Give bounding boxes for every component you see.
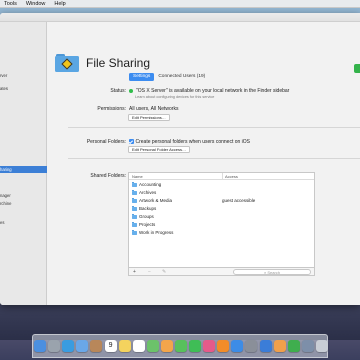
page-title: File Sharing	[86, 56, 151, 70]
folder-icon	[132, 182, 137, 187]
table-controls: + − ✎ ⌕ Search	[128, 268, 315, 276]
permissions-value: All users, All Networks	[129, 106, 179, 112]
add-folder-button[interactable]: +	[133, 268, 136, 276]
menu-tools[interactable]: Tools	[4, 1, 17, 7]
status-indicator-icon	[129, 88, 133, 93]
launchpad-icon[interactable]	[48, 340, 61, 352]
status-text: "OS X Server" is available on your local…	[129, 88, 289, 94]
title-bar[interactable]	[0, 13, 360, 22]
tab-settings[interactable]: Settings	[129, 73, 155, 81]
messages-icon[interactable]	[175, 340, 187, 352]
folder-icon	[132, 190, 137, 195]
appstore-icon[interactable]	[231, 340, 244, 352]
notes-icon[interactable]	[118, 340, 131, 352]
edit-personal-folder-access-button[interactable]: Edit Personal Folder Access…	[128, 146, 191, 153]
folder-icon	[132, 214, 137, 219]
tab-connected-users[interactable]: Connected Users (19)	[154, 73, 209, 81]
table-row[interactable]: Archives	[129, 189, 314, 197]
menu-help[interactable]: Help	[54, 1, 65, 7]
table-row[interactable]: Artwork & Media guest accessible	[129, 197, 314, 205]
folder-access: guest accessible	[222, 198, 256, 203]
pages-icon[interactable]	[273, 340, 286, 352]
sidebar-item-time-machine[interactable]: rchine	[0, 200, 47, 207]
file-sharing-icon	[55, 54, 79, 72]
folder-name: Accounting	[139, 182, 162, 187]
table-row[interactable]: Projects	[129, 221, 314, 229]
sidebar-item-profile-manager[interactable]: nager	[0, 192, 47, 199]
dock: 9	[32, 334, 328, 358]
facetime-icon[interactable]	[189, 340, 202, 352]
system-preferences-icon[interactable]	[245, 340, 258, 352]
status-label: Status:	[110, 88, 126, 94]
permissions-label: Permissions:	[97, 106, 126, 112]
column-header-access[interactable]: Access	[222, 173, 238, 180]
remove-folder-button[interactable]: −	[148, 268, 151, 276]
search-input[interactable]: ⌕ Search	[233, 269, 311, 275]
personal-folders-option: Create personal folders when users conne…	[129, 139, 250, 145]
personal-folders-checkbox-label[interactable]: Create personal folders when users conne…	[136, 139, 251, 145]
shared-folders-table: Name Access Accounting Archives Artwork …	[128, 172, 315, 268]
sidebar-item-certificates[interactable]: ates	[0, 85, 47, 92]
status-help-link[interactable]: Learn about configuring devices for this…	[135, 95, 214, 99]
server-icon[interactable]	[301, 340, 314, 352]
maps-icon[interactable]	[146, 340, 159, 352]
table-row[interactable]: Accounting	[129, 181, 314, 189]
menu-bar: Tools Window Help	[0, 0, 360, 8]
sidebar-item-websites[interactable]: es	[0, 219, 47, 226]
folder-name: Groups	[139, 214, 154, 219]
contacts-icon[interactable]	[90, 340, 103, 352]
service-on-toggle[interactable]	[354, 64, 360, 73]
ibooks-icon[interactable]	[217, 340, 230, 352]
server-window: rver ates haring nager rchine es File Sh…	[0, 13, 360, 305]
keynote-icon[interactable]	[259, 340, 272, 352]
folder-icon	[132, 206, 137, 211]
folder-icon	[132, 222, 137, 227]
sidebar-item-file-sharing[interactable]: haring	[0, 166, 47, 173]
status-message: "OS X Server" is available on your local…	[136, 88, 290, 94]
reminders-icon[interactable]	[132, 340, 145, 352]
personal-folders-label: Personal Folders:	[86, 139, 126, 145]
table-row[interactable]: Backups	[129, 205, 314, 213]
menu-window[interactable]: Window	[26, 1, 46, 7]
sidebar: rver ates haring nager rchine es	[0, 22, 47, 305]
folder-icon	[132, 230, 137, 235]
personal-folders-checkbox[interactable]	[129, 139, 134, 144]
folder-name: Work in Progress	[139, 230, 174, 235]
itunes-icon[interactable]	[203, 340, 216, 352]
section-divider	[68, 127, 360, 128]
folder-name: Backups	[139, 206, 157, 211]
column-header-name[interactable]: Name	[132, 173, 143, 180]
mail-icon[interactable]	[76, 340, 89, 352]
edit-permissions-button[interactable]: Edit Permissions…	[128, 114, 170, 121]
numbers-icon[interactable]	[287, 340, 300, 352]
table-header: Name Access	[129, 173, 314, 180]
photos-icon[interactable]	[160, 340, 173, 352]
search-placeholder: Search	[267, 270, 281, 275]
folder-name: Archives	[139, 190, 157, 195]
safari-icon[interactable]	[62, 340, 75, 352]
finder-icon[interactable]	[34, 340, 47, 352]
edit-folder-icon[interactable]: ✎	[162, 268, 166, 276]
sidebar-item-server[interactable]: rver	[0, 72, 47, 79]
trash-icon[interactable]	[315, 340, 328, 352]
folder-name: Projects	[139, 222, 156, 227]
calendar-day: 9	[108, 342, 113, 349]
page-header: File Sharing	[55, 52, 150, 74]
folder-name: Artwork & Media	[139, 198, 173, 203]
tab-bar: Settings Connected Users (19)	[129, 73, 209, 81]
section-divider	[68, 158, 360, 159]
table-row[interactable]: Groups	[129, 213, 314, 221]
folder-icon	[132, 198, 137, 203]
shared-folders-label: Shared Folders:	[90, 173, 126, 179]
table-row[interactable]: Work in Progress	[129, 229, 314, 237]
